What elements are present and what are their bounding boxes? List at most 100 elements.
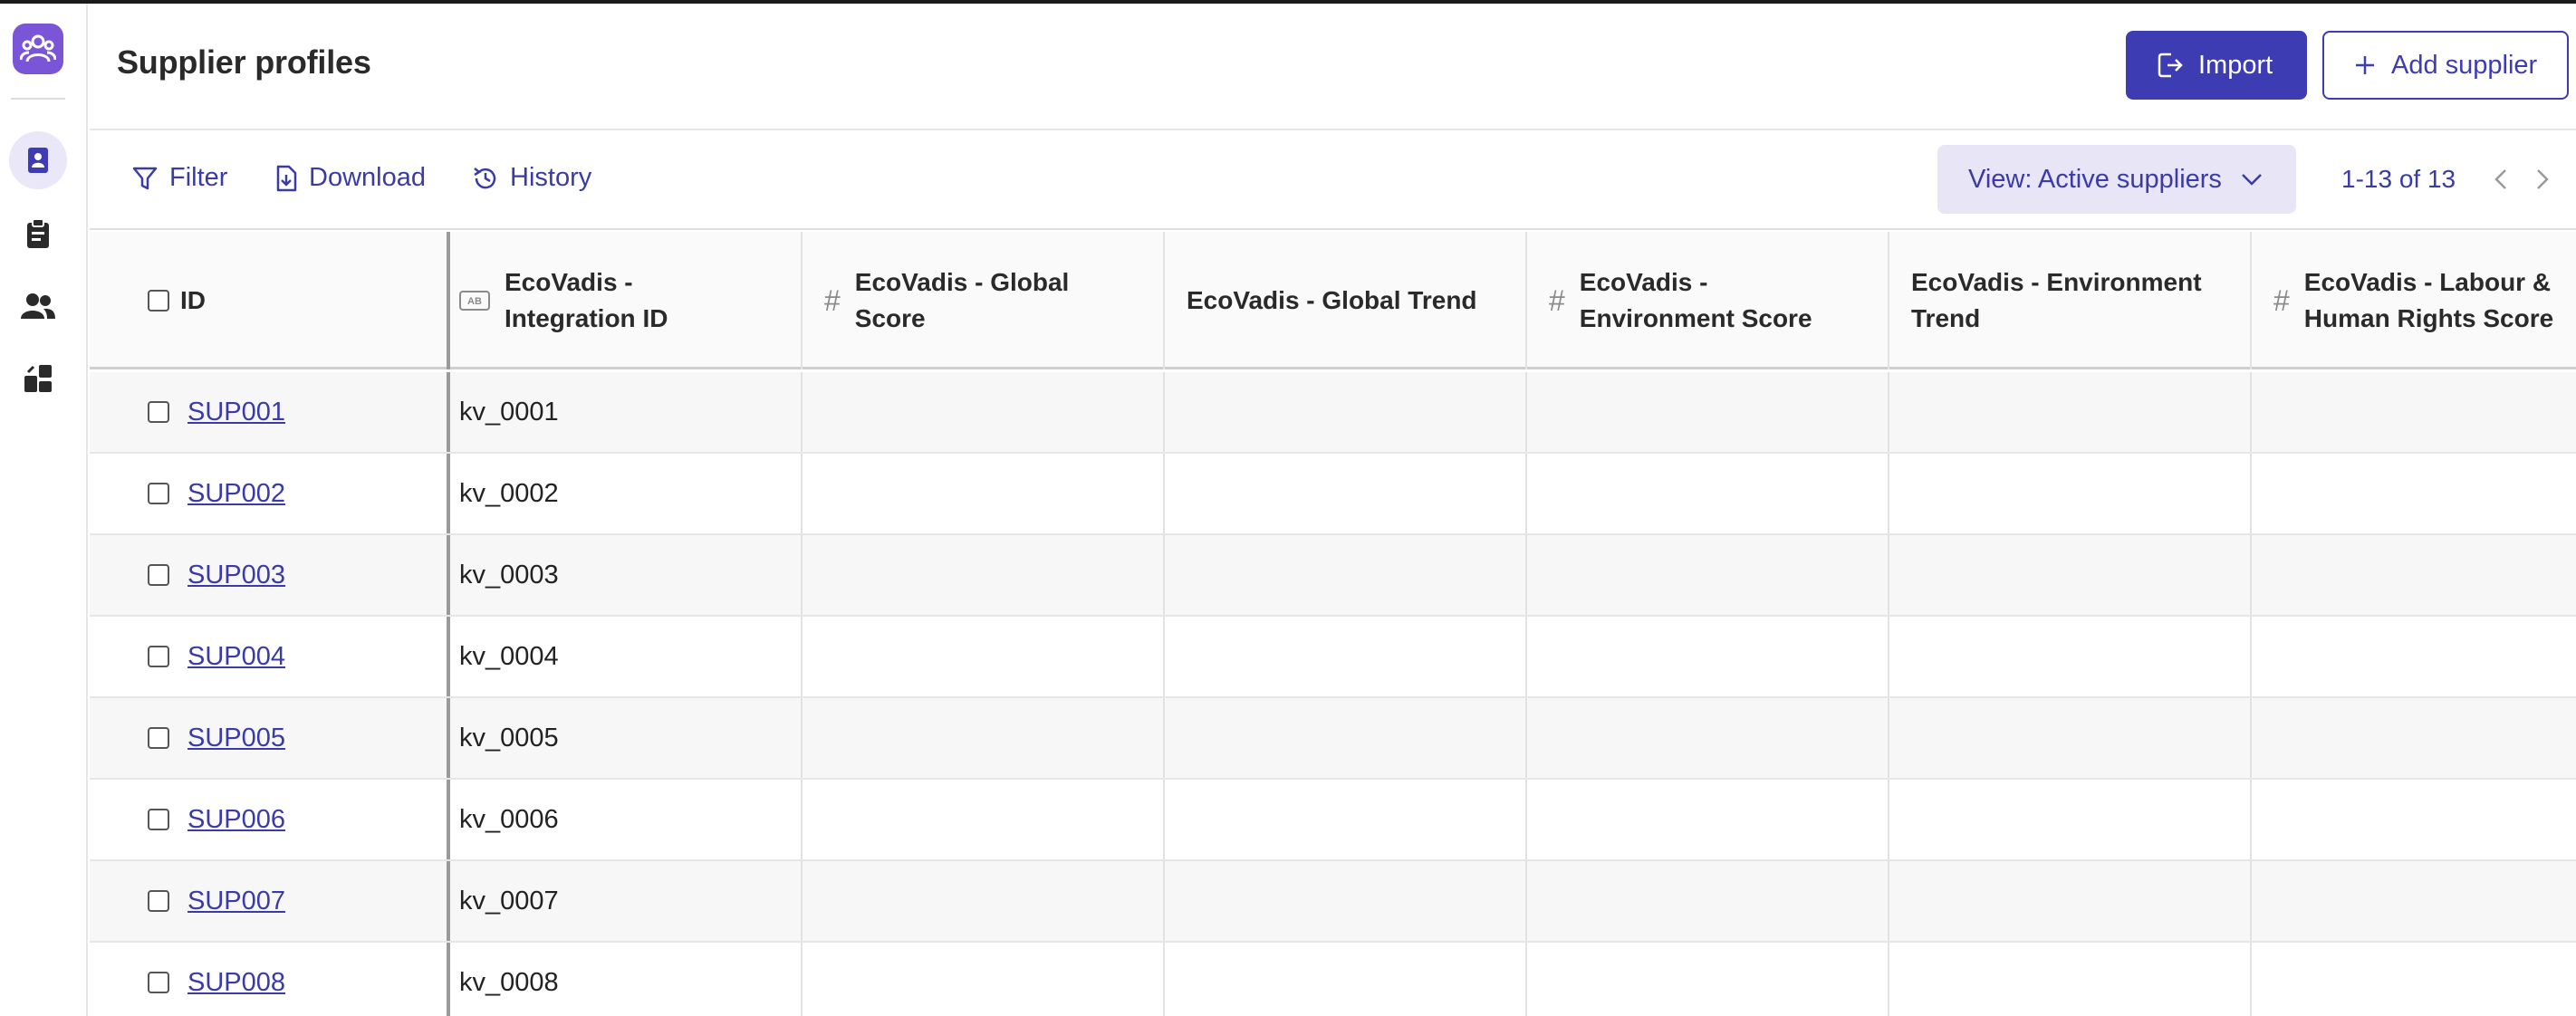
table-cell[interactable] <box>803 780 1165 859</box>
table-cell[interactable] <box>1527 535 1889 615</box>
page-header: Supplier profiles Import Add supplier <box>90 4 2576 130</box>
sidebar-item-tasks[interactable] <box>9 205 67 263</box>
row-checkbox[interactable] <box>148 972 169 993</box>
column-header-global-trend[interactable]: EcoVadis - Global Trend <box>1165 232 1527 369</box>
table-cell[interactable] <box>803 698 1165 778</box>
table-cell[interactable] <box>1889 861 2252 941</box>
cell-integration-id[interactable]: kv_0002 <box>450 454 803 533</box>
table-cell[interactable] <box>1527 861 1889 941</box>
table-cell[interactable] <box>1527 943 1889 1016</box>
pagination-count: 1-13 of 13 <box>2341 165 2456 193</box>
table-cell[interactable] <box>1527 454 1889 533</box>
table-cell[interactable] <box>2252 943 2576 1016</box>
supplier-id-link[interactable]: SUP007 <box>187 887 285 916</box>
previous-page-button[interactable] <box>2485 163 2517 196</box>
sidebar-item-profiles[interactable] <box>9 131 67 189</box>
table-cell[interactable] <box>2252 535 2576 615</box>
table-cell[interactable] <box>1889 943 2252 1016</box>
cell-integration-id[interactable]: kv_0008 <box>450 943 803 1016</box>
row-checkbox[interactable] <box>148 646 169 667</box>
column-header-environment-trend[interactable]: EcoVadis - Environment Trend <box>1889 232 2252 369</box>
table-cell[interactable] <box>803 861 1165 941</box>
filter-button[interactable]: Filter <box>131 163 227 193</box>
supplier-id-link[interactable]: SUP002 <box>187 479 285 509</box>
table-cell[interactable] <box>1889 535 2252 615</box>
view-select[interactable]: View: Active suppliers <box>1937 145 2296 214</box>
text-type-icon: AB <box>459 291 490 311</box>
row-checkbox[interactable] <box>148 727 169 749</box>
table-cell[interactable] <box>1889 780 2252 859</box>
column-label: EcoVadis - Global Trend <box>1187 286 1477 314</box>
table-cell[interactable] <box>803 454 1165 533</box>
supplier-id-link[interactable]: SUP001 <box>187 398 285 427</box>
table-cell[interactable] <box>1889 454 2252 533</box>
row-checkbox[interactable] <box>148 809 169 830</box>
column-header-environment-score[interactable]: # EcoVadis - Environment Score <box>1527 232 1889 369</box>
supplier-id-link[interactable]: SUP008 <box>187 968 285 998</box>
table-cell[interactable] <box>1165 617 1527 696</box>
sidebar-item-integrations[interactable] <box>9 350 67 407</box>
table-row: SUP001 kv_0001 <box>90 372 2576 454</box>
table-cell[interactable] <box>1527 372 1889 452</box>
select-all-checkbox[interactable] <box>148 290 169 312</box>
import-button[interactable]: Import <box>2126 31 2307 100</box>
cell-id: SUP001 <box>90 372 450 452</box>
supplier-id-link[interactable]: SUP005 <box>187 724 285 753</box>
table-row: SUP002 kv_0002 <box>90 454 2576 535</box>
table-cell[interactable] <box>1527 780 1889 859</box>
sidebar-item-users[interactable] <box>9 277 67 335</box>
cell-integration-id[interactable]: kv_0003 <box>450 535 803 615</box>
table-cell[interactable] <box>1165 780 1527 859</box>
column-header-id[interactable]: ID <box>90 232 450 369</box>
table-cell[interactable] <box>2252 861 2576 941</box>
table-cell[interactable] <box>1527 617 1889 696</box>
table-cell[interactable] <box>2252 617 2576 696</box>
table-cell[interactable] <box>1889 372 2252 452</box>
table-cell[interactable] <box>1889 698 2252 778</box>
cell-integration-id[interactable]: kv_0005 <box>450 698 803 778</box>
supplier-id-link[interactable]: SUP004 <box>187 642 285 672</box>
add-supplier-button-label: Add supplier <box>2391 50 2538 80</box>
cell-integration-id[interactable]: kv_0004 <box>450 617 803 696</box>
add-supplier-button[interactable]: Add supplier <box>2322 31 2569 100</box>
chevron-left-icon <box>2494 169 2506 189</box>
table-cell[interactable] <box>803 535 1165 615</box>
table-cell[interactable] <box>2252 780 2576 859</box>
supplier-id-link[interactable]: SUP006 <box>187 805 285 835</box>
next-page-button[interactable] <box>2526 163 2559 196</box>
row-checkbox[interactable] <box>148 890 169 912</box>
table-cell[interactable] <box>803 943 1165 1016</box>
history-icon <box>474 167 496 188</box>
column-header-labour-human-rights-score[interactable]: # EcoVadis - Labour & Human Rights Score <box>2252 232 2576 369</box>
cell-integration-id[interactable]: kv_0006 <box>450 780 803 859</box>
cell-integration-id[interactable]: kv_0007 <box>450 861 803 941</box>
table-cell[interactable] <box>1165 861 1527 941</box>
row-checkbox[interactable] <box>148 483 169 504</box>
table-cell[interactable] <box>1889 617 2252 696</box>
table-cell[interactable] <box>1165 698 1527 778</box>
table-cell[interactable] <box>1165 454 1527 533</box>
plus-icon <box>2356 56 2374 74</box>
table-cell[interactable] <box>2252 698 2576 778</box>
table-cell[interactable] <box>1527 698 1889 778</box>
table-cell[interactable] <box>2252 372 2576 452</box>
cell-integration-id[interactable]: kv_0001 <box>450 372 803 452</box>
table-row: SUP005 kv_0005 <box>90 698 2576 780</box>
table-cell[interactable] <box>803 617 1165 696</box>
column-label-line-2: Integration ID <box>505 304 668 332</box>
download-button[interactable]: Download <box>274 163 426 193</box>
column-label-line-2: Human Rights Score <box>2303 304 2554 332</box>
table-cell[interactable] <box>1165 372 1527 452</box>
table-cell[interactable] <box>803 372 1165 452</box>
row-checkbox[interactable] <box>148 564 169 586</box>
column-header-global-score[interactable]: # EcoVadis - Global Score <box>803 232 1165 369</box>
column-header-integration-id[interactable]: AB EcoVadis - Integration ID <box>450 232 803 369</box>
table-row: SUP003 kv_0003 <box>90 535 2576 617</box>
table-cell[interactable] <box>2252 454 2576 533</box>
team-logo-icon[interactable] <box>13 24 63 74</box>
supplier-id-link[interactable]: SUP003 <box>187 561 285 590</box>
row-checkbox[interactable] <box>148 401 169 423</box>
table-cell[interactable] <box>1165 943 1527 1016</box>
history-button[interactable]: History <box>472 163 591 193</box>
table-cell[interactable] <box>1165 535 1527 615</box>
